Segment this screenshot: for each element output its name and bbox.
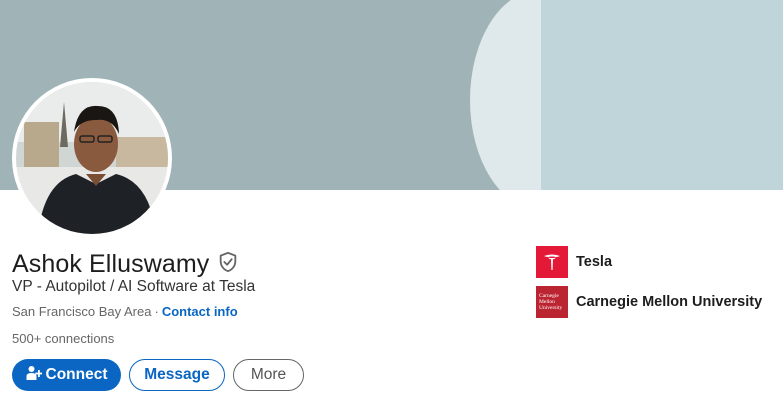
profile-actions: Connect Message More bbox=[12, 359, 304, 391]
more-button[interactable]: More bbox=[233, 359, 304, 391]
profile-location: San Francisco Bay Area bbox=[12, 304, 152, 319]
add-person-icon bbox=[26, 365, 42, 386]
org-tesla[interactable]: Tesla bbox=[536, 246, 612, 278]
banner-panel bbox=[541, 0, 783, 190]
profile-name: Ashok Elluswamy bbox=[12, 249, 210, 278]
message-label: Message bbox=[144, 366, 210, 383]
name-row: Ashok Elluswamy bbox=[12, 248, 239, 280]
connections-count[interactable]: 500+ connections bbox=[12, 331, 114, 346]
location-row: San Francisco Bay Area · Contact info bbox=[12, 304, 238, 319]
tesla-logo bbox=[536, 246, 568, 278]
profile-headline: VP - Autopilot / AI Software at Tesla bbox=[12, 278, 256, 295]
contact-info-link[interactable]: Contact info bbox=[162, 304, 238, 319]
connect-button[interactable]: Connect bbox=[12, 359, 121, 391]
profile-photo bbox=[16, 82, 168, 234]
avatar[interactable] bbox=[12, 78, 172, 238]
connect-label: Connect bbox=[45, 366, 108, 383]
org-cmu[interactable]: Carnegie Mellon University Carnegie Mell… bbox=[536, 286, 762, 318]
more-label: More bbox=[250, 366, 287, 383]
cmu-logo: Carnegie Mellon University bbox=[536, 286, 568, 318]
org-name-cmu: Carnegie Mellon University bbox=[576, 294, 763, 310]
org-name-tesla: Tesla bbox=[576, 254, 613, 270]
separator-dot: · bbox=[154, 304, 159, 319]
message-button[interactable]: Message bbox=[129, 359, 225, 391]
verified-shield-icon bbox=[217, 251, 239, 278]
